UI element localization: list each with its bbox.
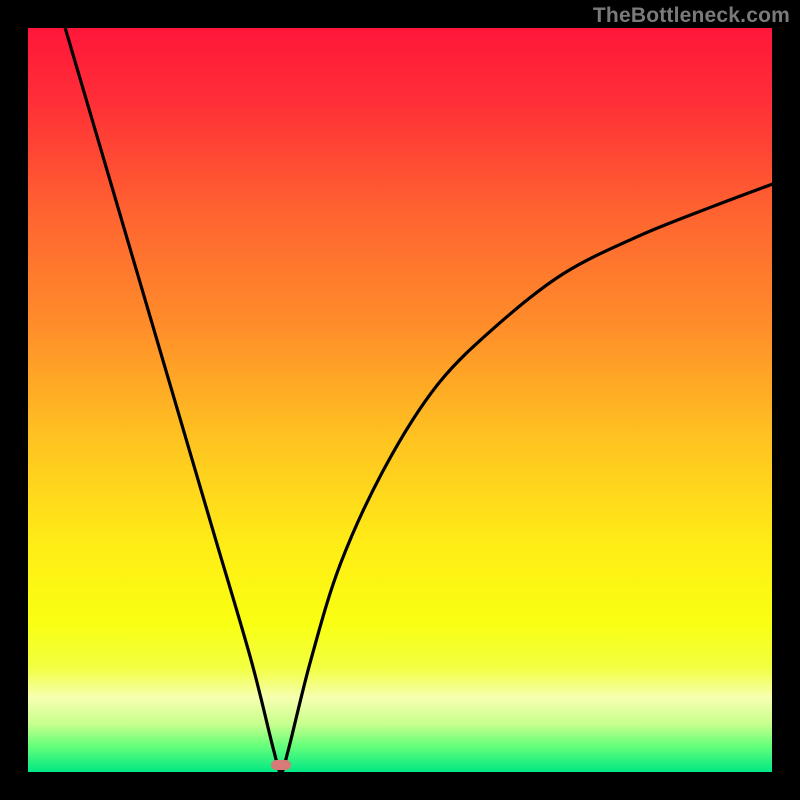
bottleneck-curve xyxy=(28,28,772,772)
plot-area xyxy=(28,28,772,772)
chart-frame: TheBottleneck.com xyxy=(0,0,800,800)
watermark-text: TheBottleneck.com xyxy=(593,4,790,28)
optimum-marker xyxy=(271,760,291,770)
